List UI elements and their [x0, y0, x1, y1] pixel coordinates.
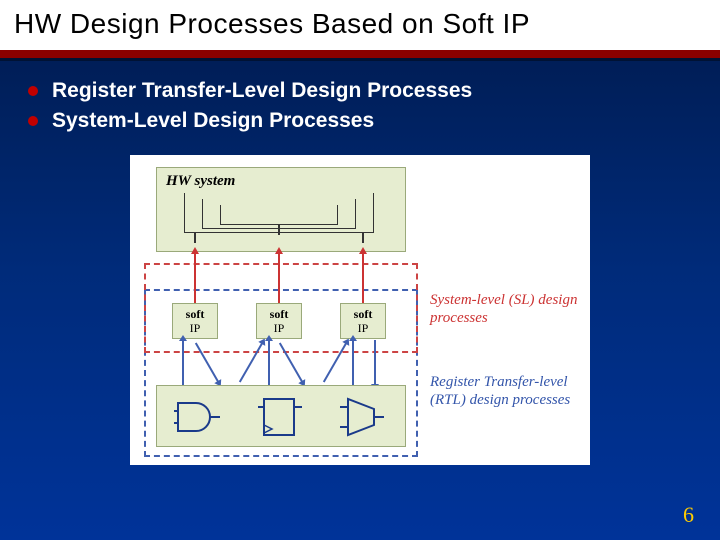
arrow-blue-icon: [268, 340, 270, 385]
soft-ip-box: soft IP: [172, 303, 218, 339]
arrow-blue-icon: [374, 340, 376, 385]
bullet-text: Register Transfer-Level Design Processes: [52, 79, 472, 103]
soft-ip-box: soft IP: [340, 303, 386, 339]
bullet-icon: [28, 86, 38, 96]
accent-shadow: [0, 58, 720, 61]
rtl-caption: Register Transfer-level (RTL) design pro…: [430, 373, 600, 409]
bullet-list: Register Transfer-Level Design Processes…: [28, 79, 692, 133]
content-area: Register Transfer-Level Design Processes…: [0, 61, 720, 465]
arrow-up-icon: [362, 253, 364, 303]
ip-ip-label: IP: [274, 321, 285, 335]
bullet-item: Register Transfer-Level Design Processes: [28, 79, 692, 103]
page-number: 6: [683, 502, 694, 528]
bullet-item: System-Level Design Processes: [28, 109, 692, 133]
accent-bar: [0, 50, 720, 58]
mux-icon: [340, 395, 386, 439]
and-gate-icon: [174, 397, 224, 437]
soft-ip-box: soft IP: [256, 303, 302, 339]
arrow-blue-icon: [182, 340, 184, 385]
ip-soft-label: soft: [354, 307, 373, 321]
diagram-wrap: HW system soft IP soft IP: [28, 155, 692, 465]
bus-stub: [362, 233, 364, 243]
bullet-icon: [28, 116, 38, 126]
bus-stub: [194, 233, 196, 243]
ip-ip-label: IP: [358, 321, 369, 335]
sl-caption: System-level (SL) design processes: [430, 291, 590, 327]
arrow-up-icon: [278, 253, 280, 303]
bullet-text: System-Level Design Processes: [52, 109, 374, 133]
ip-soft-label: soft: [186, 307, 205, 321]
diagram: HW system soft IP soft IP: [130, 155, 590, 465]
arrow-blue-icon: [352, 340, 354, 385]
ip-ip-label: IP: [190, 321, 201, 335]
slide-title: HW Design Processes Based on Soft IP: [14, 8, 706, 40]
ip-soft-label: soft: [270, 307, 289, 321]
arrow-up-icon: [194, 253, 196, 303]
flipflop-icon: [258, 395, 304, 439]
bus-stub: [278, 225, 280, 235]
hw-system-label: HW system: [166, 173, 235, 190]
title-bar: HW Design Processes Based on Soft IP: [0, 0, 720, 50]
bus-bracket: [220, 205, 338, 225]
